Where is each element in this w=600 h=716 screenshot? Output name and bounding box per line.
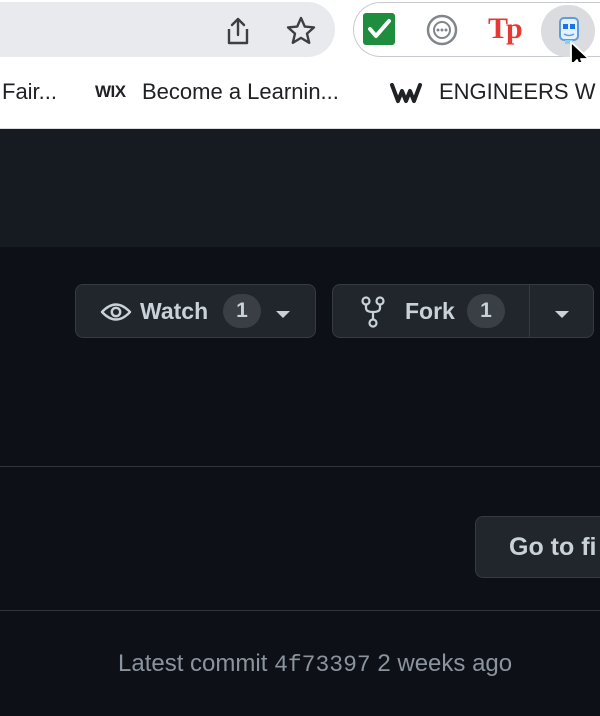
watch-count: 1 [223, 294, 261, 328]
github-header [0, 129, 600, 247]
commit-prefix: Latest commit [118, 650, 268, 677]
bookmark-item[interactable]: Become a Learnin... [142, 79, 339, 105]
checkmark-extension-icon[interactable] [363, 13, 395, 45]
weebly-logo-icon [389, 80, 423, 106]
go-to-file-label: Go to fi [509, 533, 597, 561]
repo-header-area [0, 247, 600, 467]
star-icon[interactable] [285, 15, 317, 47]
chat-extension-icon[interactable] [425, 13, 459, 47]
commit-hash-link[interactable]: 4f73397 [274, 652, 371, 678]
commit-time: 2 weeks ago [377, 650, 513, 677]
wix-logo-icon: WIX [95, 82, 126, 101]
divider [0, 466, 600, 467]
bookmark-item[interactable]: Fair... [2, 79, 57, 105]
watch-button[interactable]: Watch 1 [75, 284, 316, 338]
latest-commit-info: Latest commit 4f73397 2 weeks ago [118, 650, 512, 678]
watch-label: Watch [140, 298, 209, 324]
fork-icon [360, 296, 386, 328]
fork-label: Fork [405, 298, 455, 324]
fork-count: 1 [467, 294, 505, 328]
button-divider [529, 285, 530, 337]
go-to-file-button[interactable]: Go to fi [475, 516, 600, 578]
chevron-down-icon[interactable] [554, 307, 570, 318]
share-icon[interactable] [224, 16, 252, 46]
chevron-down-icon[interactable] [275, 307, 291, 318]
divider [0, 610, 600, 611]
bookmark-item[interactable]: ENGINEERS W [439, 79, 595, 105]
fork-button[interactable]: Fork 1 [332, 284, 594, 338]
eye-icon [100, 300, 132, 324]
tp-extension-icon[interactable]: Tp [488, 12, 523, 46]
